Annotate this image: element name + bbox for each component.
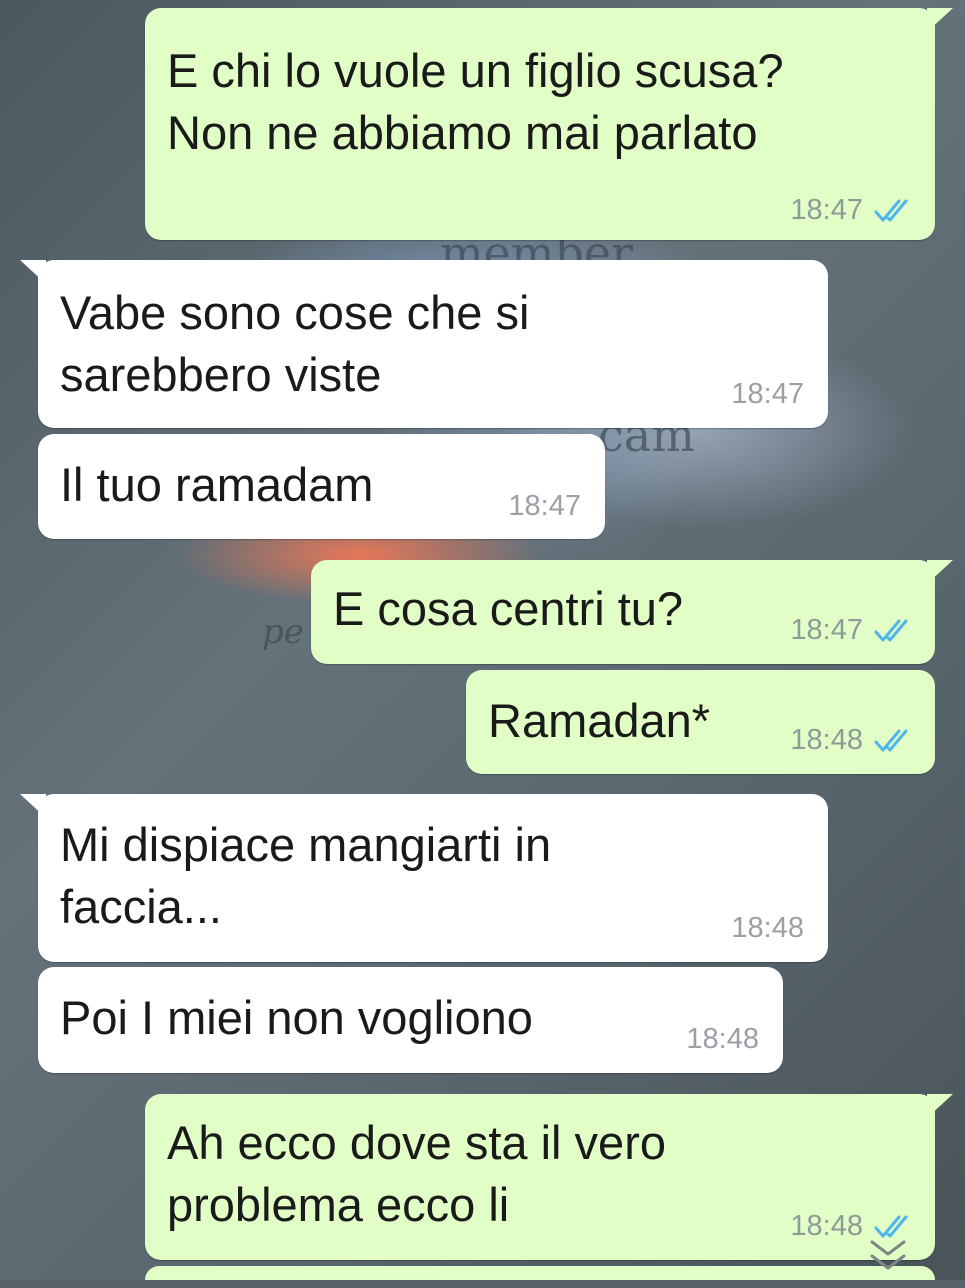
bubble-tail <box>20 794 46 818</box>
message-text: E cosa centri tu? <box>333 582 684 635</box>
message-bubble-incoming[interactable]: Il tuo ramadam 18:47 <box>38 434 605 539</box>
message-time: 18:48 <box>731 912 804 944</box>
wallpaper-book-text: pe <box>262 612 304 652</box>
message-meta: 18:47 <box>508 490 581 523</box>
message-bubble-outgoing-partial <box>145 1266 935 1280</box>
message-text: Il tuo ramadam <box>60 458 374 511</box>
message-bubble-outgoing[interactable]: Ah ecco dove sta il vero problema ecco l… <box>145 1094 953 1260</box>
double-check-icon <box>874 1215 908 1237</box>
message-time: 18:48 <box>686 1023 759 1055</box>
message-meta: 18:48 <box>686 1023 759 1056</box>
message-meta: 18:47 <box>790 614 913 647</box>
message-time: 18:47 <box>731 378 804 410</box>
message-text: Ramadan* <box>488 694 711 747</box>
bubble-tail <box>927 1094 953 1118</box>
message-bubble-outgoing[interactable]: E chi lo vuole un figlio scusa? Non ne a… <box>145 8 953 240</box>
message-meta: 18:47 <box>731 378 804 411</box>
message-bubble-outgoing[interactable]: E cosa centri tu? 18:47 <box>311 560 953 664</box>
double-check-icon <box>874 619 908 641</box>
message-bubble-incoming[interactable]: Poi I miei non vogliono 18:48 <box>38 967 783 1073</box>
message-text: Mi dispiace mangiarti in faccia... <box>60 818 552 933</box>
message-text: E chi lo vuole un figlio scusa? Non ne a… <box>167 44 784 159</box>
message-text: Ah ecco dove sta il vero problema ecco l… <box>167 1116 666 1231</box>
double-check-icon <box>874 199 908 221</box>
message-time: 18:47 <box>790 614 863 646</box>
message-meta: 18:47 <box>790 194 913 227</box>
message-text: Vabe sono cose che si sarebbero viste <box>60 286 530 401</box>
bubble-tail <box>20 260 46 284</box>
message-meta: 18:48 <box>731 912 804 945</box>
message-bubble-outgoing[interactable]: Ramadan* 18:48 <box>466 670 935 774</box>
message-time: 18:47 <box>790 194 863 226</box>
double-chevron-down-icon <box>870 1240 906 1270</box>
message-bubble-incoming[interactable]: Vabe sono cose che si sarebbero viste 18… <box>20 260 828 428</box>
bubble-tail <box>927 560 953 584</box>
message-meta: 18:48 <box>790 724 913 757</box>
message-bubble-incoming[interactable]: Mi dispiace mangiarti in faccia... 18:48 <box>20 794 828 962</box>
message-time: 18:47 <box>508 490 581 522</box>
message-time: 18:48 <box>790 724 863 756</box>
scroll-to-bottom-button[interactable] <box>848 1238 928 1288</box>
double-check-icon <box>874 729 908 751</box>
message-text: Poi I miei non vogliono <box>60 991 533 1044</box>
bubble-tail <box>927 8 953 32</box>
